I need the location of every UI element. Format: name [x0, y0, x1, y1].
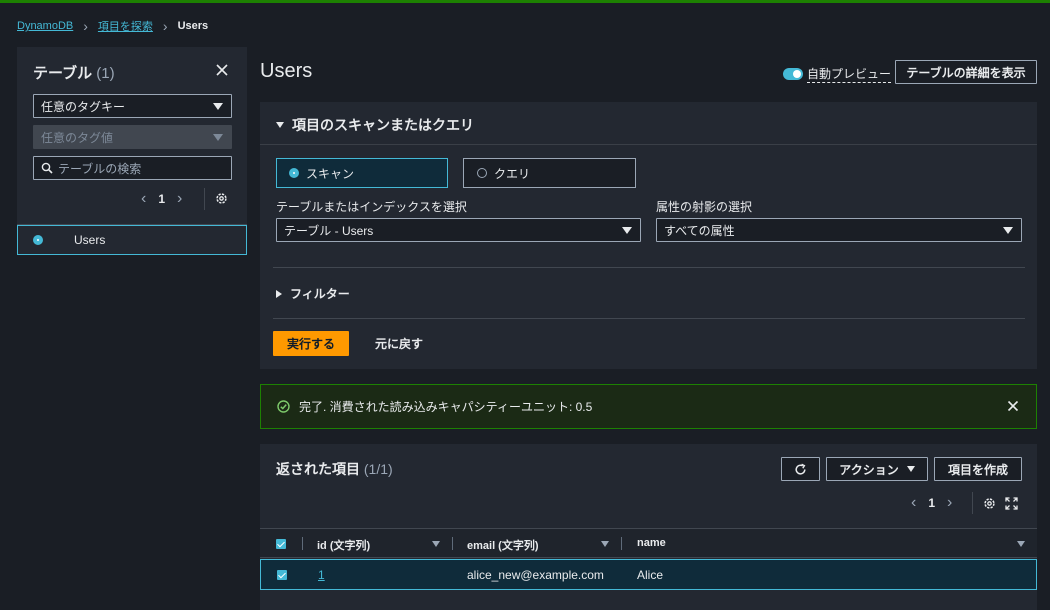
refresh-button[interactable]	[781, 457, 820, 481]
caret-down-icon	[1003, 227, 1013, 234]
close-icon[interactable]	[1007, 400, 1019, 412]
caret-down-icon	[213, 103, 223, 110]
run-button[interactable]: 実行する	[273, 331, 349, 356]
sidebar-title: テーブル (1)	[33, 62, 115, 83]
search-icon	[41, 162, 53, 177]
projection-value: すべての属性	[664, 223, 735, 238]
projection-label: 属性の射影の選択	[656, 200, 753, 214]
sort-caret-icon[interactable]	[432, 541, 440, 547]
gear-icon[interactable]	[983, 497, 996, 510]
check-circle-icon	[277, 400, 290, 413]
actions-label: アクション	[839, 462, 899, 477]
sidebar-count: (1)	[96, 65, 115, 82]
close-icon[interactable]	[215, 63, 229, 77]
alert-text: 完了. 消費された読み込みキャパシティーユニット: 0.5	[299, 400, 593, 414]
breadcrumb-explore-link[interactable]: 項目を探索	[98, 18, 153, 34]
page-title: Users	[260, 60, 313, 82]
breadcrumb: DynamoDB › 項目を探索 › Users	[17, 18, 208, 34]
chevron-right-icon[interactable]: ›	[947, 494, 952, 512]
page-number[interactable]: 1	[158, 192, 165, 206]
tag-key-select[interactable]: 任意のタグキー	[33, 94, 232, 118]
results-panel: 返された項目 (1/1) アクション 項目を作成 ‹ 1 › id (文字列) …	[260, 444, 1037, 610]
gear-icon[interactable]	[215, 192, 228, 205]
scan-query-heading: 項目のスキャンまたはクエリ	[292, 117, 474, 133]
results-count: (1/1)	[363, 461, 393, 477]
caret-down-icon	[213, 134, 223, 141]
breadcrumb-dynamodb-link[interactable]: DynamoDB	[17, 20, 73, 32]
divider	[273, 267, 1025, 268]
chevron-left-icon[interactable]: ‹	[911, 494, 916, 512]
filter-label: フィルター	[290, 287, 350, 301]
sidebar-title-text: テーブル	[33, 65, 93, 82]
page-number[interactable]: 1	[928, 496, 935, 510]
divider	[204, 188, 205, 210]
auto-preview-label: 自動プレビュー	[807, 67, 892, 83]
table-header: id (文字列) email (文字列) name	[260, 528, 1037, 558]
item-email: alice_new@example.com	[467, 568, 604, 582]
table-name: Users	[74, 233, 106, 247]
column-divider	[452, 537, 453, 550]
search-placeholder: テーブルの検索	[58, 161, 142, 176]
tag-value-value: 任意のタグ値	[41, 130, 114, 145]
create-item-button[interactable]: 項目を作成	[934, 457, 1022, 481]
actions-button[interactable]: アクション	[826, 457, 928, 481]
table-list-item[interactable]: Users	[17, 225, 247, 255]
radio-selected-icon[interactable]	[33, 235, 43, 245]
column-header-id[interactable]: id (文字列)	[317, 537, 370, 553]
results-pagination: ‹ 1 ›	[911, 494, 952, 512]
column-divider	[302, 537, 303, 550]
radio-selected-icon[interactable]	[289, 168, 299, 178]
caret-down-icon	[276, 122, 284, 128]
projection-select[interactable]: すべての属性	[656, 218, 1022, 242]
caret-down-icon	[622, 227, 632, 234]
chevron-right-icon: ›	[83, 18, 88, 34]
column-divider	[621, 537, 622, 550]
scan-query-panel: 項目のスキャンまたはクエリ スキャン クエリ テーブルまたはインデックスを選択 …	[260, 102, 1037, 369]
divider	[260, 144, 1037, 145]
auto-preview-toggle[interactable]: 自動プレビュー	[783, 65, 892, 83]
fullscreen-icon[interactable]	[1005, 497, 1018, 510]
table-search-input[interactable]: テーブルの検索	[33, 156, 232, 180]
sort-caret-icon[interactable]	[601, 541, 609, 547]
select-all-checkbox[interactable]	[276, 539, 286, 549]
caret-down-icon	[906, 466, 915, 472]
table-index-label: テーブルまたはインデックスを選択	[276, 200, 467, 214]
chevron-right-icon: ›	[162, 18, 168, 34]
scan-label: スキャン	[306, 166, 355, 181]
column-header-email[interactable]: email (文字列)	[467, 537, 539, 553]
table-index-value: テーブル - Users	[284, 223, 374, 238]
tag-value-select: 任意のタグ値	[33, 125, 232, 149]
top-accent-bar	[0, 0, 1050, 3]
tables-sidebar: テーブル (1) 任意のタグキー 任意のタグ値 テーブルの検索 ‹ 1 ›	[17, 47, 247, 255]
scan-query-header[interactable]: 項目のスキャンまたはクエリ	[276, 115, 474, 135]
row-checkbox[interactable]	[277, 570, 287, 580]
item-id-link[interactable]: 1	[318, 568, 325, 582]
results-title: 返された項目 (1/1)	[276, 459, 393, 479]
results-heading: 返された項目	[276, 461, 360, 477]
toggle-switch[interactable]	[783, 68, 803, 80]
divider	[972, 492, 973, 514]
query-label: クエリ	[494, 166, 531, 181]
scan-option[interactable]: スキャン	[276, 158, 448, 188]
column-header-name[interactable]: name	[637, 537, 666, 549]
refresh-icon	[795, 463, 806, 475]
filter-expander[interactable]: フィルター	[276, 285, 350, 302]
sort-caret-icon[interactable]	[1017, 541, 1025, 547]
success-alert: 完了. 消費された読み込みキャパシティーユニット: 0.5	[260, 384, 1037, 429]
tag-key-value: 任意のタグキー	[41, 99, 126, 114]
caret-right-icon	[276, 289, 282, 298]
table-row[interactable]: 1 alice_new@example.com Alice	[260, 559, 1037, 590]
breadcrumb-current: Users	[177, 20, 209, 32]
chevron-right-icon[interactable]: ›	[177, 190, 182, 208]
sidebar-pagination: ‹ 1 ›	[141, 190, 182, 208]
radio-unselected-icon[interactable]	[477, 168, 487, 178]
reset-button[interactable]: 元に戻す	[375, 335, 423, 352]
query-option[interactable]: クエリ	[463, 158, 636, 188]
chevron-left-icon[interactable]: ‹	[141, 190, 146, 208]
item-name: Alice	[637, 568, 664, 582]
view-table-details-button[interactable]: テーブルの詳細を表示	[895, 60, 1037, 84]
divider	[273, 318, 1025, 319]
table-index-select[interactable]: テーブル - Users	[276, 218, 641, 242]
